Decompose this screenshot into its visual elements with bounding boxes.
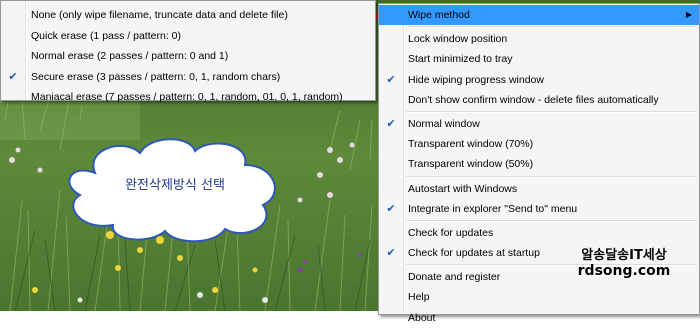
wipe-method-submenu: None (only wipe filename, truncate data … <box>0 0 376 103</box>
menu-item-label: Wipe method <box>408 9 470 21</box>
menu-item-label: Autostart with Windows <box>408 182 518 195</box>
menu-item-label: Normal window <box>408 117 480 130</box>
cloud-callout-text: 완전삭제방식 선택 <box>125 178 225 193</box>
menu-item-maniacal-erase[interactable]: Maniacal erase (7 passes / pattern: 0, 1… <box>1 87 375 108</box>
menu-item-autostart[interactable]: Autostart with Windows <box>379 179 699 199</box>
checkmark-icon: ✔ <box>386 117 396 130</box>
menu-item-label: Hide wiping progress window <box>408 73 544 86</box>
menu-item-start-minimized[interactable]: Start minimized to tray <box>379 49 699 69</box>
menu-item-label: About <box>408 311 436 324</box>
menu-item-label: None (only wipe filename, truncate data … <box>31 9 288 21</box>
menu-item-normal-window[interactable]: ✔ Normal window <box>379 114 699 134</box>
checkmark-icon: ✔ <box>386 247 396 260</box>
menu-item-label: Help <box>408 291 430 304</box>
menu-item-label: Don't show confirm window - delete files… <box>408 93 659 106</box>
menu-item-label: Integrate in explorer "Send to" menu <box>408 202 578 215</box>
menu-item-label: Check for updates <box>408 226 494 239</box>
checkmark-icon: ✔ <box>386 73 396 86</box>
menu-item-label: Secure erase (3 passes / pattern: 0, 1, … <box>31 70 281 83</box>
menu-item-none-erase[interactable]: None (only wipe filename, truncate data … <box>1 5 375 26</box>
menu-item-label: Lock window position <box>408 33 508 46</box>
menu-item-label: Maniacal erase (7 passes / pattern: 0, 1… <box>31 91 343 104</box>
menu-item-label: Start minimized to tray <box>408 53 513 66</box>
menu-item-dont-show-confirm[interactable]: Don't show confirm window - delete files… <box>379 90 699 110</box>
menu-item-hide-progress[interactable]: ✔ Hide wiping progress window <box>379 70 699 90</box>
menu-item-label: Quick erase (1 pass / pattern: 0) <box>31 29 181 42</box>
watermark-title: 알송달송IT세상 <box>581 248 667 263</box>
menu-item-label: Donate and register <box>408 271 501 284</box>
menu-item-check-updates[interactable]: Check for updates <box>379 223 699 243</box>
submenu-arrow-icon: ▶ <box>685 10 692 19</box>
menu-item-secure-erase[interactable]: ✔ Secure erase (3 passes / pattern: 0, 1… <box>1 67 375 88</box>
menu-item-normal-erase[interactable]: Normal erase (2 passes / pattern: 0 and … <box>1 46 375 67</box>
menu-item-help[interactable]: Help <box>379 287 699 307</box>
menu-item-label: Normal erase (2 passes / pattern: 0 and … <box>31 50 229 63</box>
menu-item-lock-window-position[interactable]: Lock window position <box>379 29 699 49</box>
watermark-url: rdsong.com <box>577 263 671 279</box>
menu-item-label: Transparent window (50%) <box>408 158 534 171</box>
menu-item-transparent-50[interactable]: Transparent window (50%) <box>379 154 699 174</box>
checkmark-icon: ✔ <box>8 70 18 83</box>
menu-item-wipe-method[interactable]: Wipe method ▶ <box>379 5 699 26</box>
menu-item-label: Check for updates at startup <box>408 247 540 260</box>
checkmark-icon: ✔ <box>386 202 396 215</box>
menu-item-integrate-send-to[interactable]: ✔ Integrate in explorer "Send to" menu <box>379 199 699 219</box>
menu-item-label: Transparent window (70%) <box>408 138 534 151</box>
menu-item-quick-erase[interactable]: Quick erase (1 pass / pattern: 0) <box>1 26 375 47</box>
menu-item-transparent-70[interactable]: Transparent window (70%) <box>379 134 699 154</box>
